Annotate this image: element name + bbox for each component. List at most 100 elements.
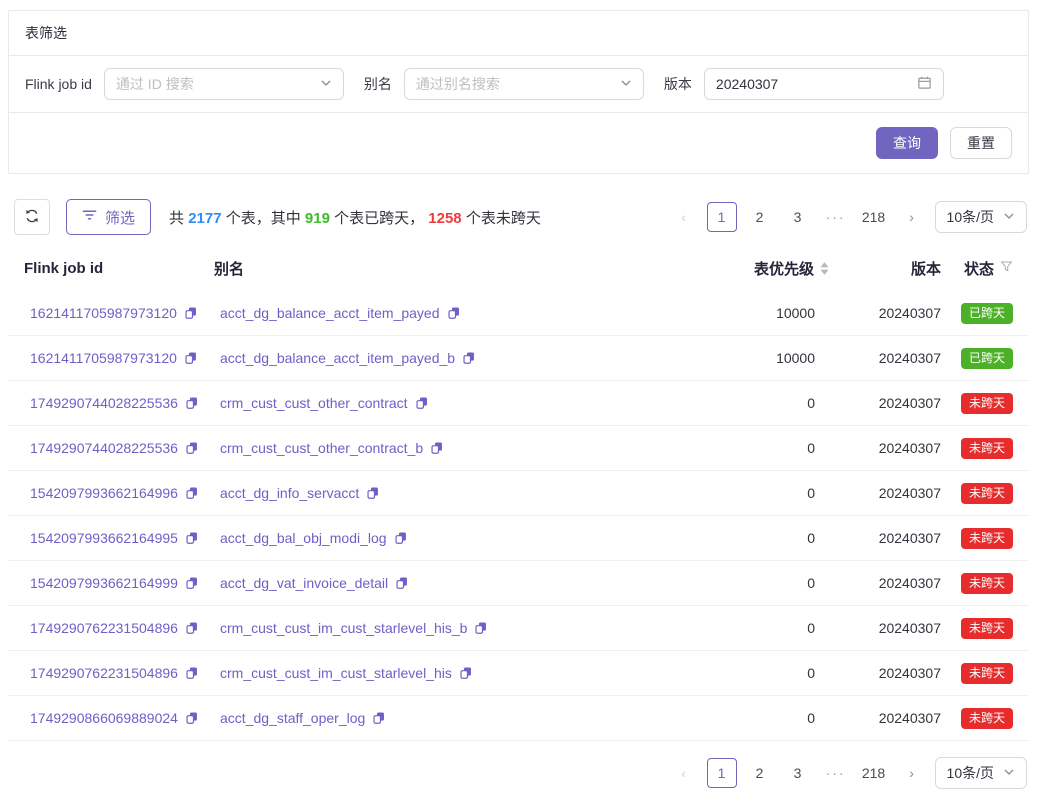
page-button-2[interactable]: 2 <box>745 202 775 232</box>
page-ellipsis[interactable]: ··· <box>821 202 851 232</box>
status-badge: 已跨天 <box>961 303 1013 324</box>
copy-icon[interactable] <box>185 396 199 410</box>
copy-icon[interactable] <box>430 441 444 455</box>
alias-select[interactable]: 通过别名搜索 <box>404 68 644 100</box>
copy-icon[interactable] <box>462 351 476 365</box>
filter-toggle-label: 筛选 <box>105 207 135 228</box>
priority-cell: 0 <box>699 575 829 591</box>
refresh-button[interactable] <box>14 199 50 235</box>
status-badge: 未跨天 <box>961 618 1013 639</box>
page-button-1[interactable]: 1 <box>707 202 737 232</box>
copy-icon[interactable] <box>185 531 199 545</box>
alias-cell: acct_dg_bal_obj_modi_log <box>214 530 699 546</box>
flink-job-id-link[interactable]: 1749290762231504896 <box>30 620 178 636</box>
page-button-218[interactable]: 218 <box>859 202 889 232</box>
alias-cell: acct_dg_balance_acct_item_payed_b <box>214 350 699 366</box>
column-header-priority[interactable]: 表优先级 <box>699 258 829 279</box>
alias-cell: crm_cust_cust_other_contract <box>214 395 699 411</box>
flink-job-id-select[interactable]: 通过 ID 搜索 <box>104 68 344 100</box>
priority-cell: 0 <box>699 485 829 501</box>
flink-job-id-link[interactable]: 1749290744028225536 <box>30 440 178 456</box>
status-cell: 未跨天 <box>941 573 1013 594</box>
page-button-3[interactable]: 3 <box>783 202 813 232</box>
copy-icon[interactable] <box>372 711 386 725</box>
next-page-button[interactable]: › <box>897 758 927 788</box>
copy-icon[interactable] <box>185 441 199 455</box>
status-cell: 未跨天 <box>941 618 1013 639</box>
page-button-2[interactable]: 2 <box>745 758 775 788</box>
flink-job-id-link[interactable]: 1621411705987973120 <box>30 350 177 366</box>
copy-icon[interactable] <box>415 396 429 410</box>
table-row: 1749290866069889024 acct_dg_staff_oper_l… <box>8 696 1029 741</box>
flink-job-id-link[interactable]: 1542097993662164996 <box>30 485 178 501</box>
version-value: 20240307 <box>716 76 778 92</box>
status-badge: 已跨天 <box>961 348 1013 369</box>
alias-link[interactable]: acct_dg_balance_acct_item_payed <box>220 305 440 321</box>
alias-cell: acct_dg_staff_oper_log <box>214 710 699 726</box>
stat-crossed-count: 919 <box>305 210 330 227</box>
alias-label: 别名 <box>364 74 392 94</box>
copy-icon[interactable] <box>184 306 198 320</box>
version-cell: 20240307 <box>829 665 941 681</box>
copy-icon[interactable] <box>394 531 408 545</box>
alias-link[interactable]: acct_dg_vat_invoice_detail <box>220 575 388 591</box>
version-cell: 20240307 <box>829 350 941 366</box>
copy-icon[interactable] <box>185 621 199 635</box>
alias-field: 别名 通过别名搜索 <box>364 68 644 100</box>
flink-job-id-link[interactable]: 1542097993662164999 <box>30 575 178 591</box>
version-date-input[interactable]: 20240307 <box>704 68 944 100</box>
copy-icon[interactable] <box>474 621 488 635</box>
version-label: 版本 <box>664 74 692 94</box>
query-button[interactable]: 查询 <box>876 127 938 159</box>
copy-icon[interactable] <box>459 666 473 680</box>
calendar-icon <box>917 75 932 93</box>
copy-icon[interactable] <box>447 306 461 320</box>
prev-page-button[interactable]: ‹ <box>669 202 699 232</box>
alias-link[interactable]: crm_cust_cust_other_contract <box>220 395 408 411</box>
page-size-select[interactable]: 10条/页 <box>935 757 1027 789</box>
column-header-status: 状态 <box>941 258 1013 279</box>
alias-link[interactable]: acct_dg_balance_acct_item_payed_b <box>220 350 455 366</box>
copy-icon[interactable] <box>184 351 198 365</box>
alias-link[interactable]: crm_cust_cust_im_cust_starlevel_his_b <box>220 620 467 636</box>
page-button-1[interactable]: 1 <box>707 758 737 788</box>
copy-icon[interactable] <box>366 486 380 500</box>
table-row: 1621411705987973120 acct_dg_balance_acct… <box>8 336 1029 381</box>
status-badge: 未跨天 <box>961 663 1013 684</box>
copy-icon[interactable] <box>185 576 199 590</box>
alias-link[interactable]: crm_cust_cust_other_contract_b <box>220 440 423 456</box>
status-cell: 未跨天 <box>941 528 1013 549</box>
page-button-3[interactable]: 3 <box>783 758 813 788</box>
filter-toggle-button[interactable]: 筛选 <box>66 199 151 235</box>
priority-cell: 10000 <box>699 305 829 321</box>
alias-link[interactable]: acct_dg_staff_oper_log <box>220 710 365 726</box>
flink-job-id-link[interactable]: 1542097993662164995 <box>30 530 178 546</box>
stat-total-count: 2177 <box>188 210 221 227</box>
reset-button[interactable]: 重置 <box>950 127 1012 159</box>
column-header-flink-job-id: Flink job id <box>24 260 214 277</box>
sort-icon[interactable] <box>820 262 829 275</box>
alias-link[interactable]: acct_dg_info_servacct <box>220 485 359 501</box>
flink-job-id-cell: 1621411705987973120 <box>24 305 214 321</box>
table-row: 1542097993662164999 acct_dg_vat_invoice_… <box>8 561 1029 606</box>
flink-job-id-link[interactable]: 1749290762231504896 <box>30 665 178 681</box>
copy-icon[interactable] <box>395 576 409 590</box>
filter-actions: 查询 重置 <box>9 113 1028 173</box>
page-size-select[interactable]: 10条/页 <box>935 201 1027 233</box>
funnel-filter-icon[interactable] <box>1000 260 1013 277</box>
next-page-button[interactable]: › <box>897 202 927 232</box>
prev-page-button[interactable]: ‹ <box>669 758 699 788</box>
flink-job-id-link[interactable]: 1621411705987973120 <box>30 305 177 321</box>
copy-icon[interactable] <box>185 666 199 680</box>
flink-job-id-cell: 1542097993662164996 <box>24 485 214 501</box>
copy-icon[interactable] <box>185 711 199 725</box>
flink-job-id-cell: 1749290866069889024 <box>24 710 214 726</box>
alias-link[interactable]: crm_cust_cust_im_cust_starlevel_his <box>220 665 452 681</box>
alias-link[interactable]: acct_dg_bal_obj_modi_log <box>220 530 387 546</box>
copy-icon[interactable] <box>185 486 199 500</box>
page-button-218[interactable]: 218 <box>859 758 889 788</box>
flink-job-id-link[interactable]: 1749290866069889024 <box>30 710 178 726</box>
version-cell: 20240307 <box>829 440 941 456</box>
flink-job-id-link[interactable]: 1749290744028225536 <box>30 395 178 411</box>
page-ellipsis[interactable]: ··· <box>821 758 851 788</box>
